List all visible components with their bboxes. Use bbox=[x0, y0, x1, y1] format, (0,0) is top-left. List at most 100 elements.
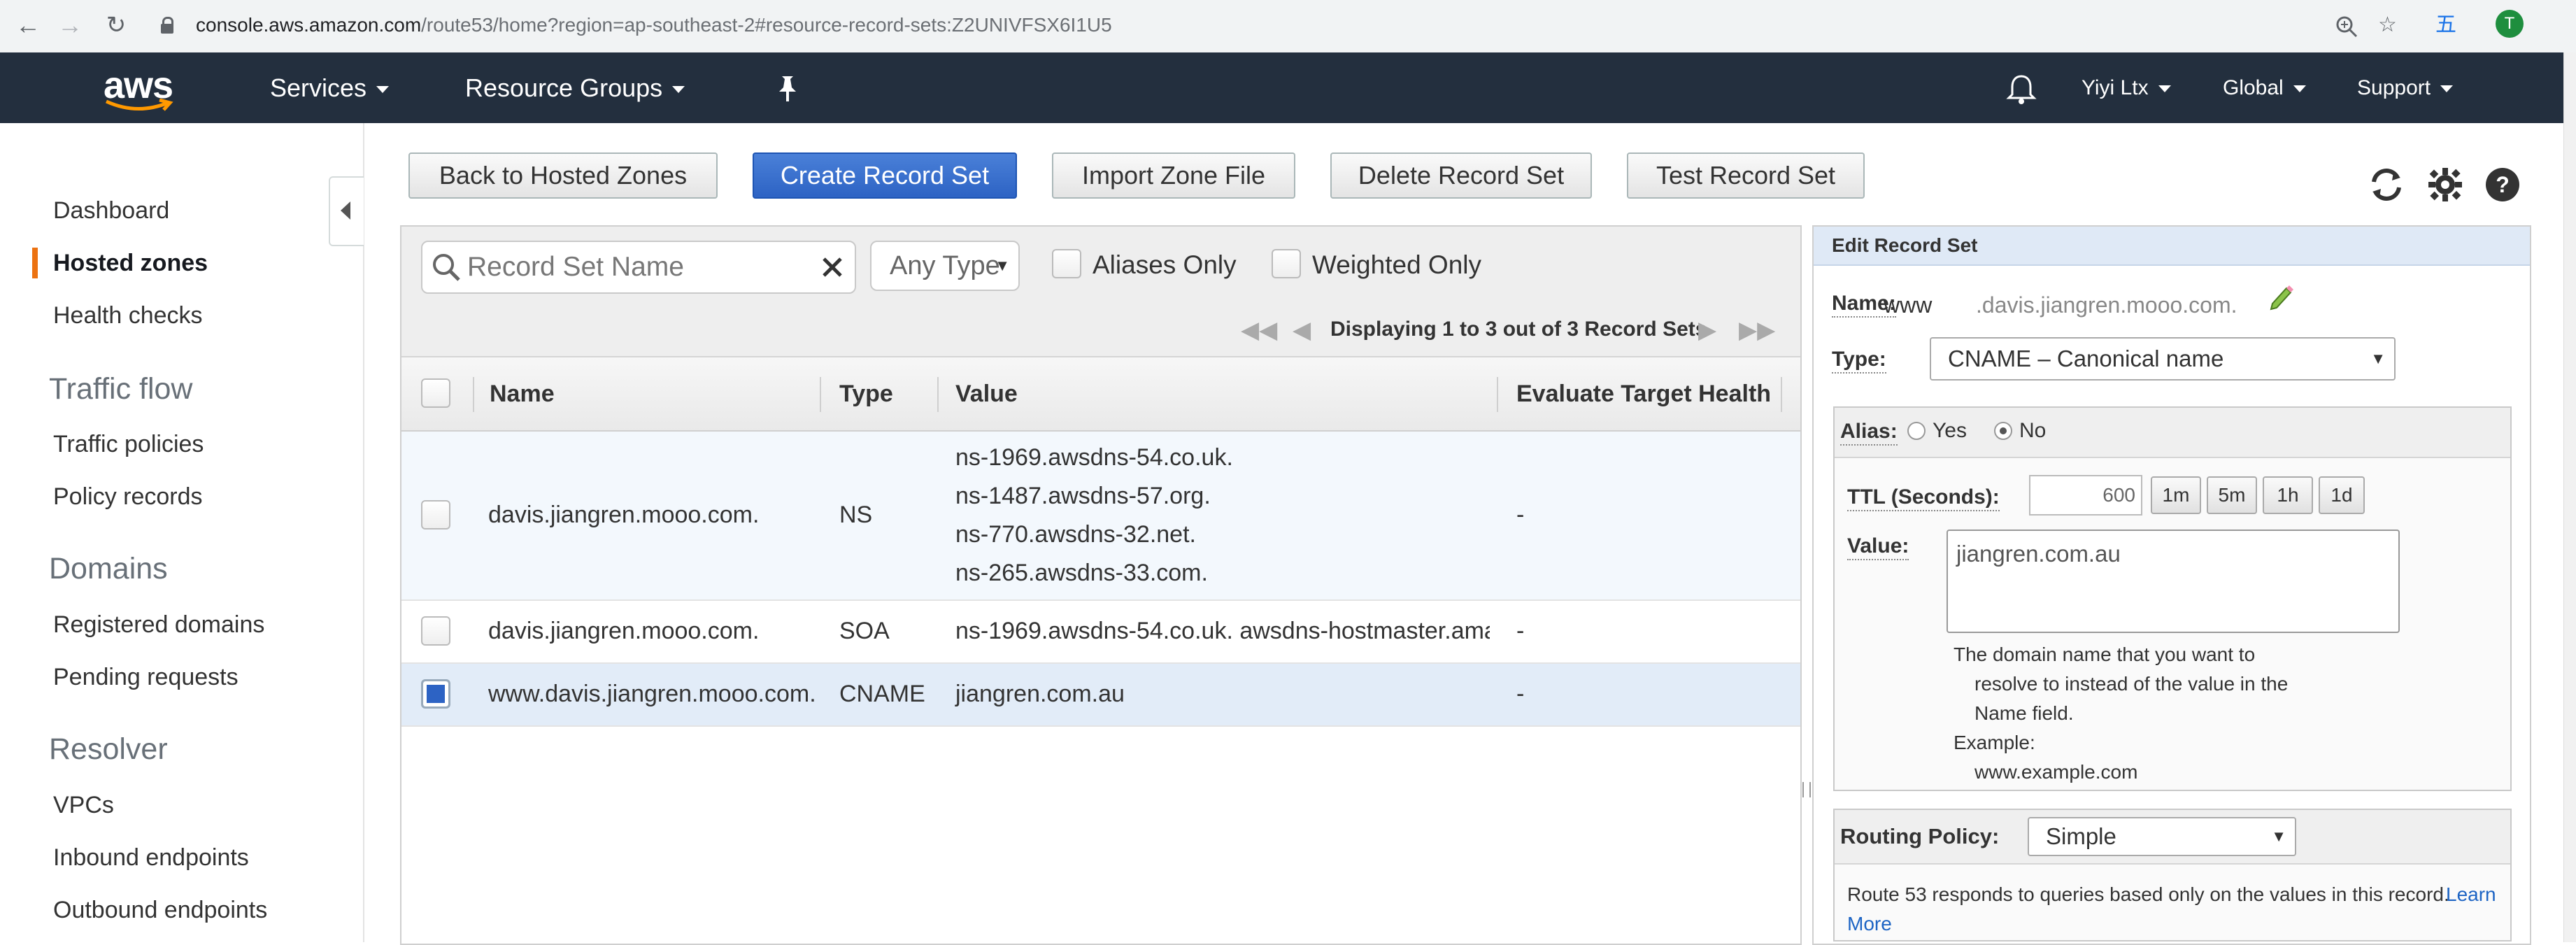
sidebar-item-inbound-endpoints[interactable]: Inbound endpoints bbox=[53, 844, 249, 872]
sidebar-section-resolver: Resolver bbox=[49, 732, 168, 766]
svg-text:?: ? bbox=[2496, 172, 2510, 197]
alias-yes-radio[interactable] bbox=[1907, 422, 1926, 440]
bookmark-star-icon[interactable]: ☆ bbox=[2378, 11, 2397, 39]
value-help-example: www.example.com bbox=[1974, 761, 2138, 783]
record-type-selected: CNAME – Canonical name bbox=[1948, 346, 2224, 371]
column-divider[interactable] bbox=[820, 377, 821, 412]
sidebar-item-health-checks[interactable]: Health checks bbox=[53, 302, 203, 329]
sidebar-item-pending-requests[interactable]: Pending requests bbox=[53, 664, 239, 691]
region-menu[interactable]: Global bbox=[2223, 52, 2306, 123]
edit-record-set-panel: Edit Record Set Name: www .davis.jiangre… bbox=[1812, 225, 2531, 945]
column-divider[interactable] bbox=[937, 377, 939, 412]
forward-arrow-icon[interactable]: → bbox=[55, 10, 85, 41]
pin-icon[interactable] bbox=[775, 75, 800, 103]
column-header-name[interactable]: Name bbox=[490, 357, 555, 430]
help-icon[interactable]: ? bbox=[2483, 165, 2522, 204]
column-divider[interactable] bbox=[1497, 377, 1498, 412]
profile-avatar[interactable]: T bbox=[2496, 10, 2524, 38]
refresh-icon[interactable] bbox=[2367, 165, 2406, 204]
ttl-1h-button[interactable]: 1h bbox=[2263, 476, 2313, 514]
reload-icon[interactable]: ↻ bbox=[101, 10, 131, 41]
sidebar-collapse-toggle[interactable] bbox=[329, 176, 364, 246]
table-row-selected[interactable]: www.davis.jiangren.mooo.com. CNAME jiang… bbox=[401, 664, 1800, 727]
learn-more-link-continued[interactable]: More bbox=[1847, 909, 1892, 939]
import-zone-file-button[interactable]: Import Zone File bbox=[1052, 152, 1295, 199]
resource-groups-menu[interactable]: Resource Groups bbox=[465, 52, 685, 123]
record-value: ns-265.awsdns-33.com. bbox=[955, 560, 1208, 586]
account-menu[interactable]: Yiyi Ltx bbox=[2082, 52, 2171, 123]
record-type-select[interactable]: Any Type ▼ bbox=[870, 241, 1020, 291]
record-value: ns-1969.awsdns-54.co.uk. awsdns-hostmast… bbox=[955, 618, 1490, 644]
zoom-icon[interactable] bbox=[2335, 13, 2358, 41]
url-path: /route53/home?region=ap-southeast-2#reso… bbox=[421, 14, 1112, 36]
value-help-text: resolve to instead of the value in the bbox=[1974, 673, 2289, 695]
sidebar-item-traffic-policies[interactable]: Traffic policies bbox=[53, 431, 204, 458]
notification-bell-icon[interactable] bbox=[2006, 73, 2037, 106]
record-set-name-input[interactable] bbox=[466, 246, 818, 288]
record-type: SOA bbox=[839, 618, 890, 644]
first-page-icon[interactable]: ◀◀ bbox=[1241, 316, 1277, 344]
record-name: davis.jiangren.mooo.com. bbox=[488, 502, 760, 528]
column-header-type[interactable]: Type bbox=[839, 357, 893, 430]
aws-logo[interactable]: aws bbox=[104, 64, 180, 113]
pagination-status: Displaying 1 to 3 out of 3 Record Sets bbox=[1330, 318, 1707, 341]
extension-icon[interactable]: 五 bbox=[2435, 11, 2456, 39]
back-arrow-icon[interactable]: ← bbox=[13, 10, 43, 41]
region-name: Global bbox=[2223, 76, 2284, 99]
support-menu[interactable]: Support bbox=[2357, 52, 2454, 123]
record-type-dropdown[interactable]: CNAME – Canonical name ▼ bbox=[1930, 337, 2396, 381]
test-record-set-button[interactable]: Test Record Set bbox=[1627, 152, 1865, 199]
record-value-textarea[interactable]: jiangren.com.au bbox=[1947, 530, 2400, 633]
table-row[interactable]: davis.jiangren.mooo.com. SOA ns-1969.aws… bbox=[401, 601, 1800, 664]
ttl-1m-button[interactable]: 1m bbox=[2151, 476, 2201, 514]
record-type: NS bbox=[839, 502, 873, 528]
weighted-only-checkbox[interactable] bbox=[1272, 249, 1301, 278]
value-help-example-label: Example: bbox=[1954, 732, 2035, 753]
aliases-only-checkbox[interactable] bbox=[1052, 249, 1081, 278]
filter-bar: Any Type▼ Aliases Only Weighted Only ◀◀ … bbox=[401, 227, 1800, 357]
table-row[interactable]: davis.jiangren.mooo.com. NS ns-1969.awsd… bbox=[401, 432, 1800, 601]
sidebar-item-policy-records[interactable]: Policy records bbox=[53, 483, 203, 511]
record-value: jiangren.com.au bbox=[955, 681, 1125, 707]
sidebar-item-dashboard[interactable]: Dashboard bbox=[53, 197, 169, 225]
sidebar-item-registered-domains[interactable]: Registered domains bbox=[53, 611, 264, 639]
active-indicator bbox=[32, 248, 38, 278]
name-prefix: www bbox=[1884, 292, 1933, 318]
settings-gear-icon[interactable] bbox=[2426, 165, 2465, 204]
panel-resize-handle[interactable] bbox=[1802, 782, 1811, 797]
previous-page-icon[interactable]: ◀ bbox=[1293, 316, 1311, 344]
back-to-hosted-zones-button[interactable]: Back to Hosted Zones bbox=[408, 152, 718, 199]
sidebar-item-outbound-endpoints[interactable]: Outbound endpoints bbox=[53, 897, 267, 924]
row-checkbox-checked[interactable] bbox=[421, 679, 450, 709]
sidebar-item-hosted-zones[interactable]: Hosted zones bbox=[53, 250, 208, 277]
routing-policy-dropdown[interactable]: Simple ▼ bbox=[2028, 817, 2296, 856]
ttl-input[interactable]: 600 bbox=[2029, 475, 2142, 516]
ttl-5m-button[interactable]: 5m bbox=[2207, 476, 2257, 514]
page-scrollbar[interactable] bbox=[2563, 52, 2576, 942]
ttl-label: TTL (Seconds): bbox=[1847, 485, 2000, 511]
column-header-value[interactable]: Value bbox=[955, 357, 1018, 430]
sidebar-item-vpcs[interactable]: VPCs bbox=[53, 792, 114, 819]
routing-policy-group: Routing Policy: Simple ▼ Route 53 respond… bbox=[1833, 809, 2512, 942]
delete-record-set-button[interactable]: Delete Record Set bbox=[1330, 152, 1592, 199]
select-all-checkbox[interactable] bbox=[421, 378, 450, 408]
column-divider[interactable] bbox=[1781, 377, 1782, 412]
row-checkbox[interactable] bbox=[421, 500, 450, 530]
create-record-set-button[interactable]: Create Record Set bbox=[753, 152, 1017, 199]
services-menu[interactable]: Services bbox=[270, 52, 390, 123]
aws-smile-icon bbox=[105, 99, 173, 111]
alias-no-radio[interactable] bbox=[1994, 422, 2012, 440]
record-search-box[interactable] bbox=[421, 241, 856, 294]
chevron-down-icon bbox=[2158, 85, 2171, 93]
chevron-down-icon bbox=[2293, 85, 2306, 93]
ttl-1d-button[interactable]: 1d bbox=[2319, 476, 2365, 514]
clear-search-icon[interactable] bbox=[821, 256, 844, 278]
column-divider[interactable] bbox=[473, 377, 474, 412]
next-page-icon[interactable]: ▶ bbox=[1698, 316, 1716, 344]
learn-more-link[interactable]: Learn bbox=[2446, 880, 2496, 909]
row-checkbox[interactable] bbox=[421, 616, 450, 646]
edit-pencil-icon[interactable] bbox=[2268, 283, 2296, 311]
last-page-icon[interactable]: ▶▶ bbox=[1739, 316, 1775, 344]
column-header-evaluate-target-health[interactable]: Evaluate Target Health bbox=[1516, 357, 1771, 430]
address-bar[interactable]: console.aws.amazon.com/route53/home?regi… bbox=[196, 10, 1112, 41]
